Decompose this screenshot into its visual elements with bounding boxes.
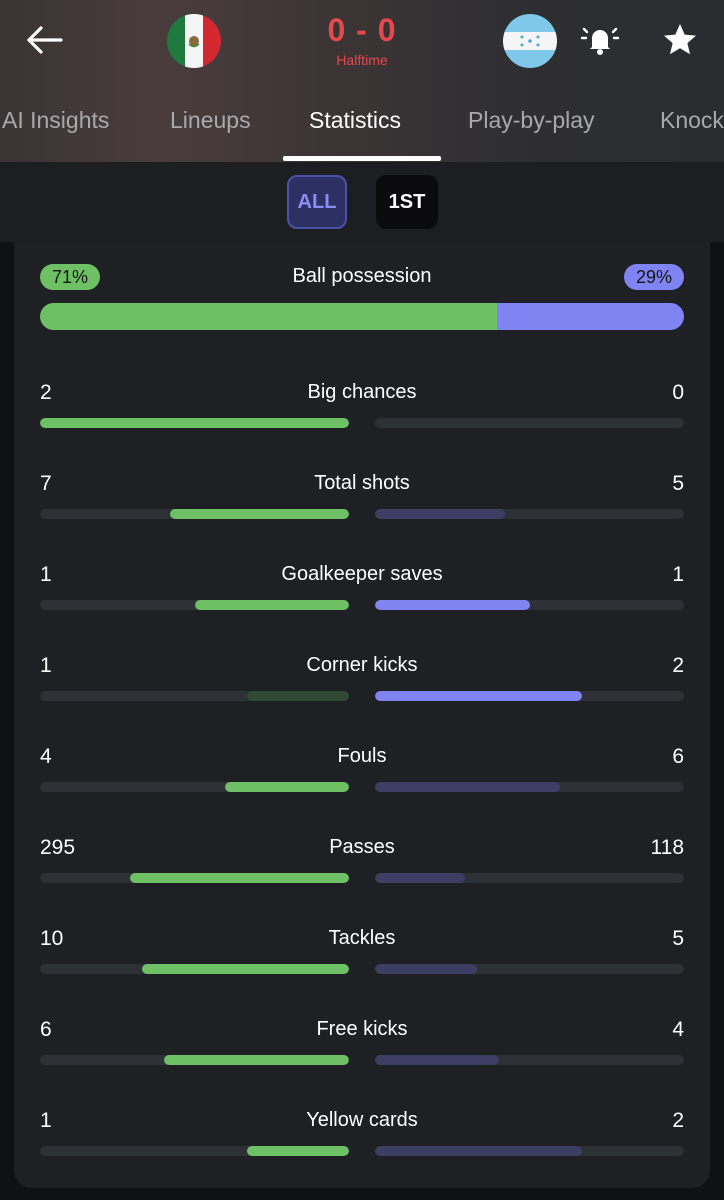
- away-stat-value: 0: [672, 381, 684, 404]
- home-stat-fill: [194, 600, 349, 610]
- away-stat-track: [375, 509, 684, 519]
- away-stat-track: [375, 691, 684, 701]
- stat-row: 7 Total shots 5: [40, 472, 684, 522]
- away-stat-fill: [375, 1055, 499, 1065]
- tab-statistics[interactable]: Statistics: [309, 107, 401, 134]
- stat-row: 1 Yellow cards 2: [40, 1109, 684, 1159]
- tab-knockout[interactable]: Knock: [660, 107, 724, 134]
- stat-label: Goalkeeper saves: [281, 563, 443, 585]
- home-stat-track: [40, 873, 349, 883]
- away-stat-fill: [375, 1146, 583, 1156]
- home-stat-fill: [247, 1146, 349, 1156]
- home-stat-track: [40, 600, 349, 610]
- stat-row: 2 Big chances 0: [40, 381, 684, 431]
- home-stat-track: [40, 964, 349, 974]
- away-stat-value: 6: [672, 745, 684, 768]
- home-team-flag[interactable]: [167, 14, 221, 68]
- away-stat-value: 1: [672, 563, 684, 586]
- away-team-flag[interactable]: [503, 14, 557, 68]
- home-stat-track: [40, 782, 349, 792]
- possession-row: Ball possession 71% 29%: [40, 262, 684, 332]
- away-stat-fill: [375, 782, 561, 792]
- away-stat-value: 5: [672, 927, 684, 950]
- stat-label: Total shots: [314, 472, 410, 494]
- favorite-star-button[interactable]: [660, 20, 700, 60]
- away-stat-track: [375, 1055, 684, 1065]
- away-stat-track: [375, 964, 684, 974]
- tab-lineups[interactable]: Lineups: [170, 107, 251, 134]
- stat-row: 4 Fouls 6: [40, 745, 684, 795]
- honduras-flag-icon: [503, 14, 557, 68]
- away-possession-fill: [497, 303, 684, 330]
- away-stat-fill: [375, 964, 477, 974]
- period-filter-bar: [0, 162, 724, 242]
- away-stat-value: 118: [650, 836, 684, 859]
- home-stat-fill: [129, 873, 349, 883]
- stat-label: Fouls: [337, 745, 387, 767]
- match-header: 0 - 0 Halftime AI Insights Lineups Stati…: [0, 0, 724, 162]
- period-first-half-chip[interactable]: 1ST: [376, 175, 438, 229]
- stat-row: 295 Passes 118: [40, 836, 684, 886]
- stat-label: Tackles: [328, 927, 396, 949]
- stat-label: Corner kicks: [306, 654, 418, 676]
- away-stat-track: [375, 873, 684, 883]
- mexico-flag-icon: [167, 14, 221, 68]
- stat-row: 10 Tackles 5: [40, 927, 684, 977]
- possession-bar: [40, 303, 684, 330]
- home-stat-track: [40, 1055, 349, 1065]
- home-stat-fill: [141, 964, 349, 974]
- period-all-chip[interactable]: ALL: [287, 175, 347, 229]
- home-possession-badge: 71%: [40, 264, 101, 290]
- stat-label: Big chances: [307, 381, 417, 403]
- away-stat-track: [375, 600, 684, 610]
- stat-row: 1 Corner kicks 2: [40, 654, 684, 704]
- match-status: Halftime: [336, 52, 388, 68]
- tab-play-by-play[interactable]: Play-by-play: [468, 107, 595, 134]
- away-possession-badge: 29%: [623, 264, 684, 290]
- star-icon: [664, 24, 696, 55]
- back-button[interactable]: [22, 20, 66, 60]
- home-possession-fill: [40, 303, 498, 330]
- away-stat-fill: [375, 509, 505, 519]
- away-stat-value: 4: [672, 1018, 684, 1041]
- bell-ring-icon: [580, 27, 620, 55]
- arrow-left-icon: [27, 26, 63, 54]
- tab-ai-insights[interactable]: AI Insights: [2, 107, 109, 134]
- away-stat-fill: [375, 691, 583, 701]
- away-stat-track: [375, 1146, 684, 1156]
- notification-bell-button[interactable]: [580, 20, 620, 60]
- away-stat-value: 2: [672, 1109, 684, 1132]
- away-stat-track: [375, 418, 684, 428]
- stat-row: 1 Goalkeeper saves 1: [40, 563, 684, 613]
- stat-label: Passes: [329, 836, 395, 858]
- home-stat-fill: [169, 509, 349, 519]
- home-stat-fill: [163, 1055, 349, 1065]
- away-stat-fill: [375, 600, 530, 610]
- away-stat-value: 2: [672, 654, 684, 677]
- home-stat-fill: [247, 691, 349, 701]
- stat-label: Yellow cards: [306, 1109, 418, 1131]
- home-stat-track: [40, 418, 349, 428]
- away-stat-value: 5: [672, 472, 684, 495]
- home-stat-fill: [225, 782, 349, 792]
- active-tab-indicator: [283, 156, 441, 161]
- stat-label: Free kicks: [316, 1018, 408, 1040]
- home-stat-track: [40, 509, 349, 519]
- possession-label: Ball possession: [292, 265, 432, 287]
- away-stat-fill: [375, 873, 465, 883]
- match-score: 0 - 0: [327, 12, 397, 48]
- home-stat-track: [40, 691, 349, 701]
- home-stat-track: [40, 1146, 349, 1156]
- away-stat-track: [375, 782, 684, 792]
- stat-row: 6 Free kicks 4: [40, 1018, 684, 1068]
- home-stat-fill: [40, 418, 349, 428]
